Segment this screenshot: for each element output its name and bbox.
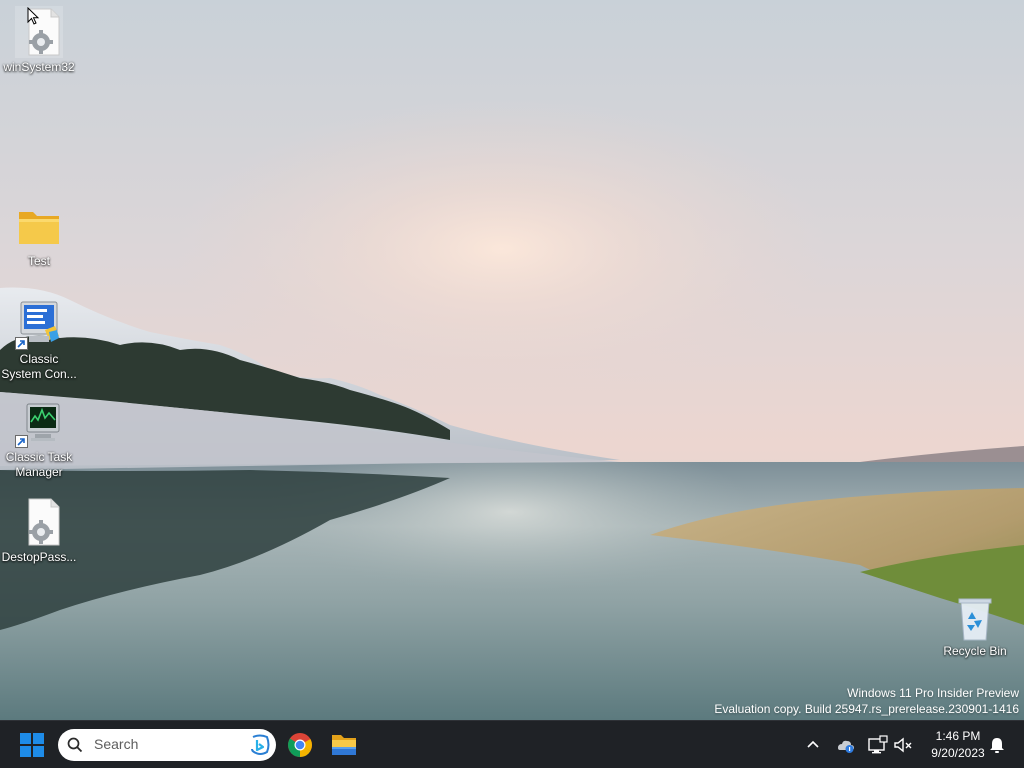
desktop-icon-label: Classic System Con... xyxy=(1,352,77,381)
taskbar: Search 1:46 PM 9/20/2023 xyxy=(0,720,1024,768)
network-icon[interactable] xyxy=(866,733,888,757)
taskbar-chrome-button[interactable] xyxy=(282,727,318,763)
desktop-icon-desktop-pass[interactable]: DestopPass... xyxy=(0,496,78,565)
taskbar-search-box[interactable]: Search xyxy=(58,729,276,761)
mouse-cursor-icon xyxy=(27,7,40,25)
task-manager-icon xyxy=(15,400,63,448)
start-button[interactable] xyxy=(14,727,50,763)
taskbar-file-explorer-button[interactable] xyxy=(326,727,362,763)
settings-file-icon xyxy=(15,496,63,548)
desktop-icon-classic-system-config[interactable]: Classic System Con... xyxy=(0,300,78,382)
desktop-icon-label: winSystem32 xyxy=(3,60,75,74)
shortcut-arrow-icon xyxy=(15,337,28,350)
desktop-icon-label: Test xyxy=(27,254,50,268)
desktop-icon-label: Recycle Bin xyxy=(943,644,1007,658)
windows-evaluation-watermark: Windows 11 Pro Insider Preview Evaluatio… xyxy=(714,685,1019,717)
recycle-bin-icon xyxy=(951,596,999,642)
bing-chat-icon[interactable] xyxy=(248,733,272,757)
chrome-icon xyxy=(288,733,312,758)
desktop-icon-label: Classic Task Manager xyxy=(5,450,73,479)
notification-bell-icon[interactable] xyxy=(986,733,1008,757)
system-configuration-icon xyxy=(15,300,63,350)
windows-start-icon xyxy=(20,733,44,757)
shortcut-arrow-icon xyxy=(15,435,28,448)
desktop-icon-test-folder[interactable]: Test xyxy=(0,204,78,269)
watermark-edition: Windows 11 Pro Insider Preview xyxy=(847,686,1019,700)
chevron-up-icon[interactable] xyxy=(802,733,824,757)
onedrive-icon[interactable] xyxy=(834,733,856,757)
folder-icon xyxy=(15,204,63,252)
file-explorer-icon xyxy=(332,735,356,755)
search-placeholder: Search xyxy=(94,736,139,752)
volume-muted-icon[interactable] xyxy=(892,733,914,757)
desktop-wallpaper xyxy=(0,0,1024,720)
search-icon xyxy=(67,737,83,753)
desktop-icon-classic-task-manager[interactable]: Classic Task Manager xyxy=(0,400,78,480)
desktop-icon-recycle-bin[interactable]: Recycle Bin xyxy=(936,596,1014,659)
desktop-icon-label: DestopPass... xyxy=(1,550,77,564)
watermark-build: Evaluation copy. Build 25947.rs_prerelea… xyxy=(714,702,1019,716)
